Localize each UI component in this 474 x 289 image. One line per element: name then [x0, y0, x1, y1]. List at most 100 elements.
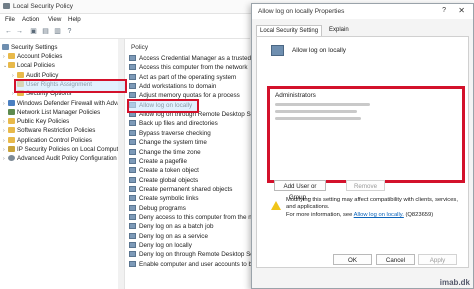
policy-row[interactable]: Deny log on as a batch job [129, 222, 214, 231]
policy-row[interactable]: Act as part of the operating system [129, 73, 236, 82]
help-icon[interactable]: ? [66, 28, 73, 35]
policy-row[interactable]: Create a token object [129, 166, 199, 175]
policy-item-icon [129, 213, 136, 220]
tree-item-windows-defender-firewall-with-advanced[interactable]: › Windows Defender Firewall with Advanced [3, 99, 125, 108]
tab-explain[interactable]: Explain [326, 25, 352, 36]
policy-row[interactable]: Change the time zone [129, 148, 201, 157]
folder-icon [17, 71, 24, 78]
policy-row[interactable]: Enable computer and user accounts to be … [129, 260, 265, 269]
menu-action[interactable]: Action [22, 16, 39, 23]
shield-icon [8, 99, 15, 106]
policy-item-icon [129, 120, 136, 127]
policy-row-label: Deny log on locally [139, 242, 192, 249]
tree-root-security-settings[interactable]: Security Settings [2, 43, 57, 52]
policy-name-label: Allow log on locally [292, 47, 346, 54]
policy-row[interactable]: Create a pagefile [129, 157, 187, 166]
network-icon [8, 108, 15, 115]
tree-item-account-policies[interactable]: › Account Policies [3, 52, 62, 61]
policy-item-icon [129, 185, 136, 192]
accounts-list[interactable]: Administrators [267, 86, 465, 183]
toolbar: ← → ▣ ▤ ▥ ? [0, 25, 250, 39]
tree-item-local-policies[interactable]: ⌄ Local Policies [3, 61, 55, 70]
policy-row[interactable]: Create symbolic links [129, 194, 199, 203]
policy-row[interactable]: Back up files and directories [129, 119, 218, 128]
help-link-allow-log-on-locally[interactable]: Allow log on locally. [354, 212, 404, 218]
policy-row-label: Act as part of the operating system [139, 73, 237, 81]
folder-icon [8, 62, 15, 69]
policy-icon [271, 45, 284, 56]
policy-row-label: Deny access to this computer from the ne… [139, 213, 265, 221]
policy-row-label: Deny log on as a service [139, 232, 208, 240]
policy-row[interactable]: Create permanent shared objects [129, 185, 232, 194]
policy-row-label: Deny log on through Remote Desktop Servi… [139, 251, 265, 259]
compatibility-warning: Modifying this setting may affect compat… [286, 197, 458, 218]
forward-icon[interactable]: → [16, 28, 23, 35]
policy-row[interactable]: Create global objects [129, 176, 198, 185]
policy-column-header[interactable]: Policy [131, 44, 148, 51]
allow-log-on-locally-highlight [127, 99, 199, 113]
dialog-close-icon[interactable]: ✕ [458, 6, 465, 15]
dialog-help-button[interactable]: ? [442, 7, 446, 14]
policy-row[interactable]: Deny log on through Remote Desktop Servi… [129, 250, 265, 259]
tree-item-ip-security-policies-on-local-computer[interactable]: › IP Security Policies on Local Computer [3, 145, 124, 154]
policy-row-label: Back up files and directories [139, 120, 218, 128]
policy-row[interactable]: Deny log on locally [129, 241, 192, 250]
dialog-title: Allow log on locally Properties [258, 8, 345, 15]
back-icon[interactable]: ← [5, 28, 12, 35]
ok-button[interactable]: OK [333, 254, 372, 265]
policy-row-label: Create symbolic links [139, 195, 199, 203]
add-user-or-group-button[interactable]: Add User or Group... [274, 180, 326, 201]
policy-row-label: Create permanent shared objects [139, 185, 233, 193]
export-list-icon[interactable]: ▥ [54, 28, 61, 35]
tree-item-label: Network List Manager Policies [17, 108, 101, 116]
tree-item-network-list-manager-policies[interactable]: Network List Manager Policies [3, 108, 100, 117]
tree-item-software-restriction-policies[interactable]: › Software Restriction Policies [3, 126, 95, 135]
policy-item-icon [129, 242, 136, 248]
redacted-account-entry [275, 103, 370, 106]
policy-row-label: Change the system time [139, 139, 207, 147]
policy-item-icon [129, 83, 136, 90]
policy-item-icon [129, 73, 136, 80]
policy-row[interactable]: Access Credential Manager as a trusted c… [129, 54, 265, 63]
menu-file[interactable]: File [5, 16, 15, 23]
policy-row[interactable]: Deny access to this computer from the ne… [129, 213, 265, 222]
menu-help[interactable]: Help [68, 16, 81, 23]
policy-item-icon [129, 204, 136, 211]
tree-item-advanced-audit-policy-configuration[interactable]: › Advanced Audit Policy Configuration [3, 154, 117, 163]
properties-dialog: Allow log on locally Properties ? ✕ Loca… [251, 3, 474, 289]
policy-row-label: Create a pagefile [139, 157, 187, 165]
policy-item-icon [129, 64, 136, 71]
policy-item-icon [129, 157, 136, 164]
account-entry-administrators[interactable]: Administrators [275, 92, 316, 99]
properties-icon[interactable]: ▤ [42, 28, 49, 35]
redacted-account-entry [275, 117, 361, 120]
policy-item-icon [129, 167, 136, 174]
cancel-button[interactable]: Cancel [376, 254, 415, 265]
tree-scrollbar[interactable] [118, 39, 124, 289]
policy-row[interactable]: Access this computer from the network [129, 63, 248, 72]
policy-row[interactable]: Deny log on as a service [129, 232, 208, 241]
menu-bar: File Action View Help [0, 14, 250, 24]
redacted-account-entry [275, 110, 357, 113]
tree-item-label: Software Restriction Policies [17, 127, 96, 135]
policy-row[interactable]: Debug programs [129, 204, 186, 213]
folder-icon [8, 118, 15, 125]
policy-row[interactable]: Change the system time [129, 138, 207, 147]
policy-row[interactable]: Add workstations to domain [129, 82, 216, 91]
menu-view[interactable]: View [48, 16, 61, 23]
policy-list-pane: Policy Access Credential Manager as a tr… [125, 39, 265, 289]
tree-item-public-key-policies[interactable]: › Public Key Policies [3, 117, 69, 126]
dialog-titlebar: Allow log on locally Properties ? ✕ [252, 4, 473, 19]
policy-row-label: Change the time zone [139, 148, 201, 156]
apply-button[interactable]: Apply [418, 254, 457, 265]
watermark: imab.dk [439, 278, 470, 287]
tree-item-label: Windows Defender Firewall with Advanced [17, 99, 125, 107]
navigation-tree: Security Settings › Account Policies ⌄ Loca… [0, 39, 125, 289]
policy-item-icon [129, 92, 136, 99]
tree-item-application-control-policies[interactable]: › Application Control Policies [3, 136, 92, 145]
policy-row[interactable]: Bypass traverse checking [129, 129, 211, 138]
policy-item-icon [129, 195, 136, 202]
up-folder-icon[interactable]: ▣ [30, 28, 37, 35]
remove-button[interactable]: Remove [346, 180, 385, 191]
tree-item-label: Advanced Audit Policy Configuration [17, 155, 117, 163]
